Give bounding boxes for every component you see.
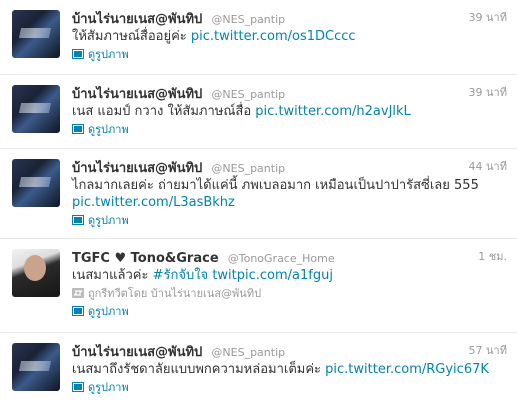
tweet-timestamp[interactable]: 57 นาที	[469, 341, 507, 361]
tweet-header: บ้านไร่นายเนส@พันทิป @NES_pantip 57 นาที	[72, 341, 507, 361]
view-media-button[interactable]: ดูรูปภาพ	[72, 304, 507, 320]
tweet-body: เนสมาแล้วค่ะ	[72, 268, 153, 283]
user-fullname[interactable]: บ้านไร่นายเนส@พันทิป	[72, 161, 202, 176]
view-media-button[interactable]: ดูรูปภาพ	[72, 47, 507, 63]
tweet-content: TGFC ♥ Tono&Grace @TonoGrace_Home 1 ชม. …	[72, 247, 507, 320]
avatar[interactable]	[12, 159, 60, 207]
photo-icon	[72, 49, 84, 59]
avatar[interactable]	[12, 85, 60, 133]
tweet-body: ไกลมากเลยค่ะ ถ่ายมาได้แค่นี้ ภพเบลอมาก เ…	[72, 178, 479, 193]
avatar[interactable]	[12, 343, 60, 391]
tweet-item[interactable]: บ้านไร่นายเนส@พันทิป @NES_pantip 57 นาที…	[0, 333, 517, 412]
user-fullname[interactable]: บ้านไร่นายเนส@พันทิป	[72, 345, 202, 360]
tweet-item[interactable]: บ้านไร่นายเนส@พันทิป @NES_pantip 39 นาที…	[0, 75, 517, 149]
tweet-item[interactable]: บ้านไร่นายเนส@พันทิป @NES_pantip 44 นาที…	[0, 149, 517, 239]
tweet-timestamp[interactable]: 39 นาที	[469, 8, 507, 28]
user-fullname[interactable]: บ้านไร่นายเนส@พันทิป	[72, 87, 202, 102]
tweet-link[interactable]: pic.twitter.com/os1DCccc	[191, 29, 356, 44]
tweet-header: บ้านไร่นายเนส@พันทิป @NES_pantip 44 นาที	[72, 157, 507, 177]
tweet-text: ให้สัมภาษณ์สื่ออยู่ค่ะ pic.twitter.com/o…	[72, 28, 507, 45]
tweet-link[interactable]: twitpic.com/a1fguj	[212, 268, 333, 283]
tweet-body: เนสมาถึงรัชดาลัยแบบพกความหล่อมาเต็มค่ะ	[72, 362, 326, 377]
view-media-label: ดูรูปภาพ	[88, 214, 129, 227]
view-media-button[interactable]: ดูรูปภาพ	[72, 213, 507, 229]
tweet-item[interactable]: บ้านไร่นายเนส@พันทิป @NES_pantip 39 นาที…	[0, 0, 517, 75]
user-fullname[interactable]: บ้านไร่นายเนส@พันทิป	[72, 12, 202, 27]
tweet-timestamp[interactable]: 1 ชม.	[478, 247, 507, 267]
tweet-text: เนส แอมป์ กวาง ให้สัมภาษณ์สื่อ pic.twitt…	[72, 103, 507, 120]
tweet-timeline: บ้านไร่นายเนส@พันทิป @NES_pantip 39 นาที…	[0, 0, 517, 412]
avatar[interactable]	[12, 10, 60, 58]
photo-icon	[72, 124, 84, 134]
tweet-text: เนสมาถึงรัชดาลัยแบบพกความหล่อมาเต็มค่ะ p…	[72, 361, 507, 378]
view-media-label: ดูรูปภาพ	[88, 123, 129, 136]
tweet-header: TGFC ♥ Tono&Grace @TonoGrace_Home 1 ชม.	[72, 247, 507, 267]
user-fullname[interactable]: TGFC ♥ Tono&Grace	[72, 251, 219, 266]
tweet-timestamp[interactable]: 39 นาที	[469, 83, 507, 103]
tweet-header: บ้านไร่นายเนส@พันทิป @NES_pantip 39 นาที	[72, 83, 507, 103]
tweet-body: เนส แอมป์ กวาง ให้สัมภาษณ์สื่อ	[72, 104, 256, 119]
photo-icon	[72, 215, 84, 225]
tweet-item[interactable]: TGFC ♥ Tono&Grace @TonoGrace_Home 1 ชม. …	[0, 239, 517, 333]
user-handle[interactable]: @NES_pantip	[211, 162, 285, 175]
tweet-text: ไกลมากเลยค่ะ ถ่ายมาได้แค่นี้ ภพเบลอมาก เ…	[72, 177, 507, 211]
retweet-icon	[72, 288, 84, 298]
user-handle[interactable]: @TonoGrace_Home	[228, 252, 335, 265]
user-handle[interactable]: @NES_pantip	[211, 13, 285, 26]
photo-icon	[72, 382, 84, 392]
tweet-content: บ้านไร่นายเนส@พันทิป @NES_pantip 44 นาที…	[72, 157, 507, 229]
view-media-label: ดูรูปภาพ	[88, 48, 129, 61]
tweet-content: บ้านไร่นายเนส@พันทิป @NES_pantip 57 นาที…	[72, 341, 507, 396]
user-handle[interactable]: @NES_pantip	[211, 346, 285, 359]
avatar[interactable]	[12, 249, 60, 297]
photo-icon	[72, 306, 84, 316]
view-media-button[interactable]: ดูรูปภาพ	[72, 122, 507, 138]
tweet-timestamp[interactable]: 44 นาที	[469, 157, 507, 177]
user-handle[interactable]: @NES_pantip	[211, 88, 285, 101]
retweeted-by[interactable]: ถูกรีทวีตโดย บ้านไร่นายเนส@พันทิป	[72, 286, 507, 302]
tweet-link[interactable]: pic.twitter.com/L3asBkhz	[72, 194, 507, 211]
tweet-body: ให้สัมภาษณ์สื่ออยู่ค่ะ	[72, 29, 191, 44]
view-media-button[interactable]: ดูรูปภาพ	[72, 380, 507, 396]
view-media-label: ดูรูปภาพ	[88, 305, 129, 318]
view-media-label: ดูรูปภาพ	[88, 381, 129, 394]
tweet-content: บ้านไร่นายเนส@พันทิป @NES_pantip 39 นาที…	[72, 83, 507, 138]
tweet-text: เนสมาแล้วค่ะ #รักจับใจ twitpic.com/a1fgu…	[72, 267, 507, 284]
retweeted-by-label: ถูกรีทวีตโดย บ้านไร่นายเนส@พันทิป	[88, 287, 262, 300]
tweet-link[interactable]: pic.twitter.com/h2avJlkL	[255, 104, 411, 119]
tweet-link[interactable]: pic.twitter.com/RGyic67K	[325, 362, 489, 377]
tweet-content: บ้านไร่นายเนส@พันทิป @NES_pantip 39 นาที…	[72, 8, 507, 63]
tweet-header: บ้านไร่นายเนส@พันทิป @NES_pantip 39 นาที	[72, 8, 507, 28]
hashtag-link[interactable]: #รักจับใจ	[153, 268, 209, 283]
